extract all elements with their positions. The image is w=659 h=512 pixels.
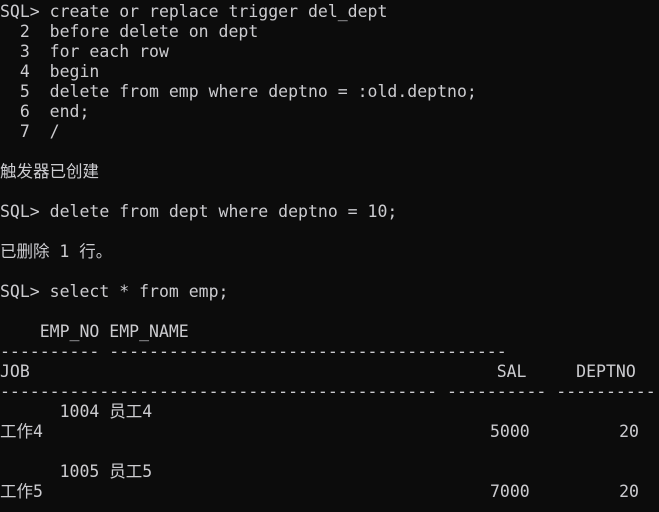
result-separator-row-2: ----------------------------------------… [0,382,656,401]
sql-prompt-delete-dept: SQL> delete from dept where deptno = 10; [0,202,398,221]
terminal-screen-buffer: SQL> create or replace trigger del_dept … [0,2,659,512]
continuation-line-6: 6 end; [0,102,90,121]
result-data-row-1-line-2: 工作4 5000 20 [0,422,639,441]
sql-prompt-select-emp: SQL> select * from emp; [0,282,229,301]
rows-deleted-message: 已删除 1 行。 [0,242,113,261]
result-data-row-2-line-2: 工作5 7000 20 [0,482,639,501]
sqlplus-terminal[interactable]: SQL> create or replace trigger del_dept … [0,0,659,512]
result-data-row-1-line-1: 1004 员工4 [0,402,153,421]
result-header-row-2: JOB SAL DEPTNO [0,362,636,381]
continuation-line-4: 4 begin [0,62,100,81]
continuation-line-5: 5 delete from emp where deptno = :old.de… [0,82,477,101]
continuation-line-2: 2 before delete on dept [0,22,259,41]
result-separator-row-1: ---------- -----------------------------… [0,342,507,361]
result-header-row-1: EMP_NO EMP_NAME [0,322,189,341]
trigger-created-message: 触发器已创建 [0,162,99,181]
continuation-line-7: 7 / [0,122,60,141]
continuation-line-3: 3 for each row [0,42,169,61]
result-data-row-2-line-1: 1005 员工5 [0,462,153,481]
sql-prompt-create-trigger: SQL> create or replace trigger del_dept [0,2,388,21]
